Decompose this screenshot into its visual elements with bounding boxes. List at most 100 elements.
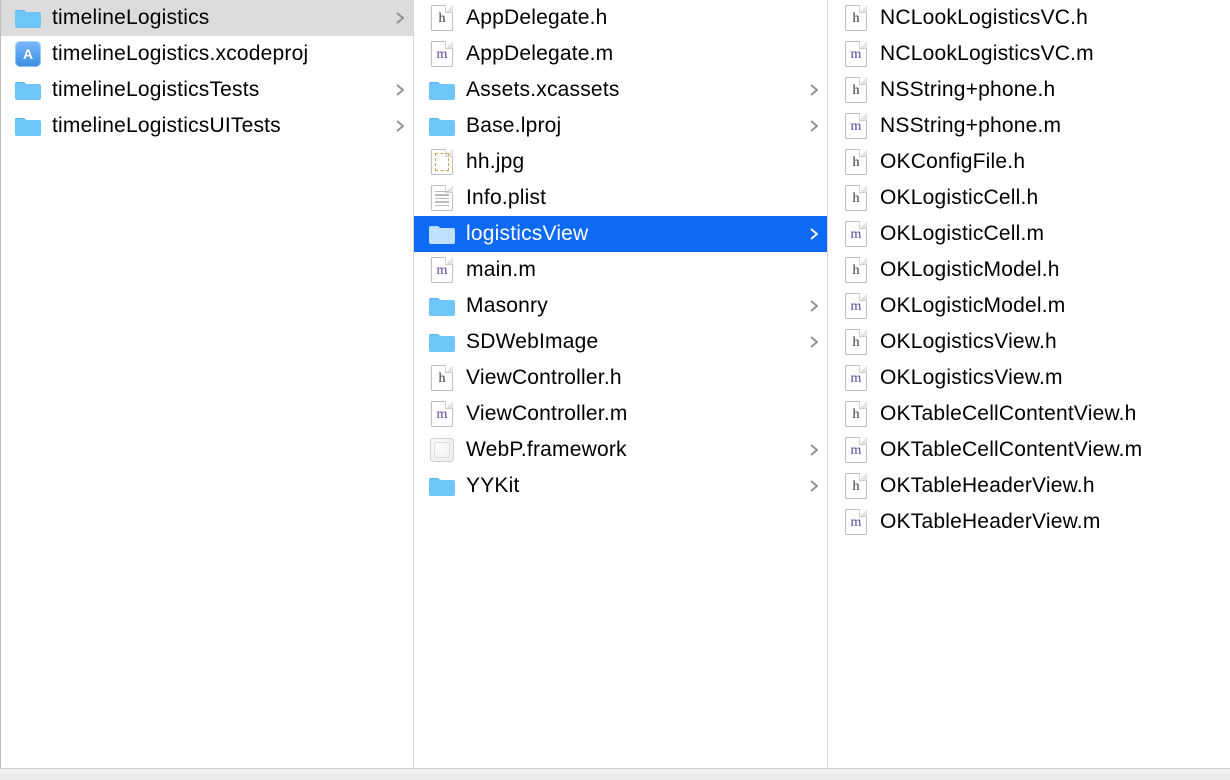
implementation-file-icon: m bbox=[842, 40, 870, 68]
folder-icon bbox=[14, 112, 42, 140]
file-name-label: AppDelegate.m bbox=[466, 42, 821, 66]
file-row[interactable]: h OKTableHeaderView.h bbox=[828, 468, 1230, 504]
file-name-label: OKLogisticCell.m bbox=[880, 222, 1224, 246]
file-name-label: WebP.framework bbox=[466, 438, 807, 462]
column-3[interactable]: h NCLookLogisticsVC.h m NCLookLogisticsVC.m… bbox=[828, 0, 1230, 768]
file-row[interactable]: m ViewController.m bbox=[414, 396, 827, 432]
file-row[interactable]: h OKTableCellContentView.h bbox=[828, 396, 1230, 432]
implementation-file-icon: m bbox=[428, 40, 456, 68]
file-name-label: NSString+phone.m bbox=[880, 114, 1224, 138]
file-row[interactable]: m OKLogisticModel.m bbox=[828, 288, 1230, 324]
header-file-icon: h bbox=[842, 256, 870, 284]
column-1[interactable]: timelineLogistics timelineLogistics.xcode… bbox=[0, 0, 414, 768]
folder-icon bbox=[428, 292, 456, 320]
file-row[interactable]: Assets.xcassets bbox=[414, 72, 827, 108]
implementation-file-icon: m bbox=[842, 292, 870, 320]
file-row[interactable]: h NSString+phone.h bbox=[828, 72, 1230, 108]
folder-icon bbox=[14, 4, 42, 32]
implementation-file-icon: m bbox=[842, 436, 870, 464]
window-left-border bbox=[0, 0, 1, 768]
file-name-label: AppDelegate.h bbox=[466, 6, 821, 30]
file-row[interactable]: m AppDelegate.m bbox=[414, 36, 827, 72]
header-file-icon: h bbox=[842, 76, 870, 104]
folder-icon bbox=[428, 472, 456, 500]
finder-column-view: timelineLogistics timelineLogistics.xcode… bbox=[0, 0, 1230, 768]
file-row[interactable]: Base.lproj bbox=[414, 108, 827, 144]
chevron-right-icon bbox=[807, 84, 821, 96]
file-name-label: ViewController.m bbox=[466, 402, 821, 426]
file-row[interactable]: h NCLookLogisticsVC.h bbox=[828, 0, 1230, 36]
implementation-file-icon: m bbox=[842, 220, 870, 248]
file-row[interactable]: timelineLogisticsTests bbox=[0, 72, 413, 108]
file-name-label: OKTableCellContentView.h bbox=[880, 402, 1224, 426]
file-name-label: ViewController.h bbox=[466, 366, 821, 390]
file-row[interactable]: YYKit bbox=[414, 468, 827, 504]
file-row[interactable]: mOKTableHeaderView.m bbox=[828, 504, 1230, 540]
chevron-right-icon bbox=[807, 336, 821, 348]
header-file-icon: h bbox=[842, 148, 870, 176]
file-name-label: OKLogisticsView.h bbox=[880, 330, 1224, 354]
file-name-label: timelineLogistics.xcodeproj bbox=[52, 42, 407, 66]
file-row[interactable]: m NCLookLogisticsVC.m bbox=[828, 36, 1230, 72]
file-row[interactable]: Masonry bbox=[414, 288, 827, 324]
file-row[interactable]: timelineLogistics bbox=[0, 0, 413, 36]
file-row[interactable]: hOKLogisticsView.h bbox=[828, 324, 1230, 360]
file-name-label: NSString+phone.h bbox=[880, 78, 1224, 102]
file-name-label: timelineLogisticsUITests bbox=[52, 114, 393, 138]
file-name-label: OKTableHeaderView.h bbox=[880, 474, 1224, 498]
chevron-right-icon bbox=[393, 84, 407, 96]
header-file-icon: h bbox=[842, 400, 870, 428]
file-row[interactable]: m main.m bbox=[414, 252, 827, 288]
chevron-right-icon bbox=[807, 480, 821, 492]
file-name-label: OKLogisticModel.h bbox=[880, 258, 1224, 282]
file-row[interactable]: hh.jpg bbox=[414, 144, 827, 180]
file-name-label: NCLookLogisticsVC.h bbox=[880, 6, 1224, 30]
file-name-label: Base.lproj bbox=[466, 114, 807, 138]
file-row[interactable]: hAppDelegate.h bbox=[414, 0, 827, 36]
header-file-icon: h bbox=[842, 4, 870, 32]
horizontal-scrollbar-track[interactable] bbox=[0, 768, 1230, 780]
file-row[interactable]: h OKLogisticModel.h bbox=[828, 252, 1230, 288]
implementation-file-icon: m bbox=[842, 508, 870, 536]
file-row[interactable]: hOKLogisticCell.h bbox=[828, 180, 1230, 216]
chevron-right-icon bbox=[807, 300, 821, 312]
image-file-icon bbox=[428, 148, 456, 176]
file-row[interactable]: timelineLogisticsUITests bbox=[0, 108, 413, 144]
file-name-label: Masonry bbox=[466, 294, 807, 318]
file-name-label: Info.plist bbox=[466, 186, 821, 210]
file-name-label: timelineLogistics bbox=[52, 6, 393, 30]
folder-icon bbox=[428, 328, 456, 356]
file-row[interactable]: m OKLogisticCell.m bbox=[828, 216, 1230, 252]
chevron-right-icon bbox=[393, 120, 407, 132]
file-row[interactable]: m OKTableCellContentView.m bbox=[828, 432, 1230, 468]
implementation-file-icon: m bbox=[428, 400, 456, 428]
file-row[interactable]: h ViewController.h bbox=[414, 360, 827, 396]
file-name-label: OKTableCellContentView.m bbox=[880, 438, 1224, 462]
file-row[interactable]: timelineLogistics.xcodeproj bbox=[0, 36, 413, 72]
file-name-label: logisticsView bbox=[466, 222, 807, 246]
file-row[interactable]: SDWebImage bbox=[414, 324, 827, 360]
chevron-right-icon bbox=[807, 444, 821, 456]
file-row[interactable]: mOKLogisticsView.m bbox=[828, 360, 1230, 396]
file-name-label: NCLookLogisticsVC.m bbox=[880, 42, 1224, 66]
file-row[interactable]: hOKConfigFile.h bbox=[828, 144, 1230, 180]
chevron-right-icon bbox=[393, 12, 407, 24]
file-name-label: Assets.xcassets bbox=[466, 78, 807, 102]
file-row[interactable]: WebP.framework bbox=[414, 432, 827, 468]
file-name-label: hh.jpg bbox=[466, 150, 821, 174]
column-2[interactable]: hAppDelegate.hmAppDelegate.mAssets.xcass… bbox=[414, 0, 828, 768]
implementation-file-icon: m bbox=[842, 364, 870, 392]
file-name-label: main.m bbox=[466, 258, 821, 282]
file-row[interactable]: Info.plist bbox=[414, 180, 827, 216]
implementation-file-icon: m bbox=[428, 256, 456, 284]
header-file-icon: h bbox=[428, 364, 456, 392]
file-name-label: OKLogisticCell.h bbox=[880, 186, 1224, 210]
file-name-label: YYKit bbox=[466, 474, 807, 498]
folder-icon bbox=[428, 76, 456, 104]
file-name-label: timelineLogisticsTests bbox=[52, 78, 393, 102]
file-row[interactable]: mNSString+phone.m bbox=[828, 108, 1230, 144]
file-name-label: OKLogisticModel.m bbox=[880, 294, 1224, 318]
folder-icon bbox=[14, 76, 42, 104]
header-file-icon: h bbox=[842, 472, 870, 500]
file-row[interactable]: logisticsView bbox=[414, 216, 827, 252]
